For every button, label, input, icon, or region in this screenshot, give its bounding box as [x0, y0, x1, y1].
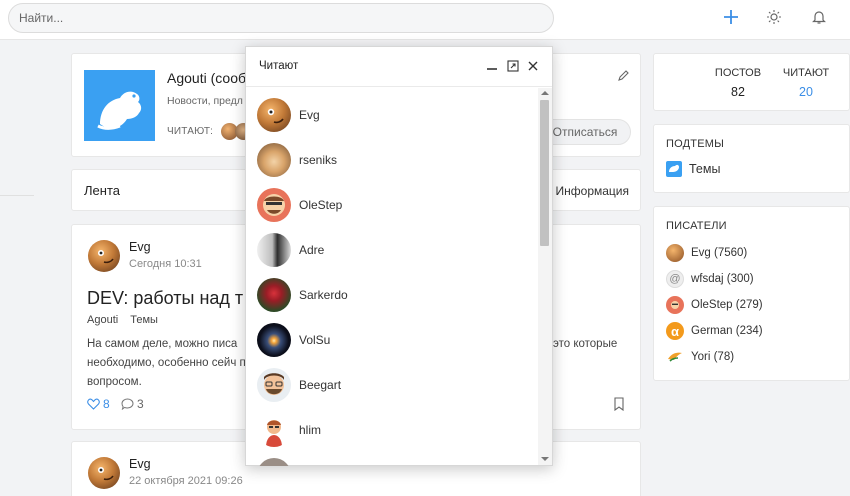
top-bar: [0, 0, 850, 40]
reader-name: Sarkerdo: [299, 288, 348, 302]
reader-avatar: [257, 233, 291, 267]
comment-icon: [121, 398, 134, 410]
close-icon[interactable]: [525, 58, 541, 74]
reader-name: OleStep: [299, 198, 343, 212]
tab-feed[interactable]: Лента: [84, 183, 120, 198]
reader-item[interactable]: hlim: [257, 412, 321, 448]
writer-avatar: [666, 296, 684, 314]
post-date: 22 октября 2021 09:26: [129, 475, 243, 487]
modal-title: Читают: [259, 60, 299, 72]
subtopic-item[interactable]: Темы: [666, 161, 720, 177]
sun-icon[interactable]: [761, 6, 787, 28]
post-excerpt-right: это которые: [553, 338, 618, 350]
writer-avatar: [666, 348, 684, 366]
blog-title: Agouti (сооб: [167, 70, 246, 86]
post-date: Сегодня 10:31: [129, 258, 202, 270]
modal-scrollbar[interactable]: [538, 88, 552, 465]
scroll-up-arrow[interactable]: [541, 91, 549, 95]
reader-avatar: [257, 413, 291, 447]
reader-name: hlim: [299, 423, 322, 437]
reader-item[interactable]: Adre: [257, 232, 324, 268]
reader-item[interactable]: Beegart: [257, 367, 341, 403]
writer-avatar: [666, 244, 684, 262]
subtopic-label: Темы: [689, 162, 721, 176]
like-count: 8: [103, 397, 110, 411]
reader-item[interactable]: [257, 457, 291, 466]
search-input[interactable]: [9, 4, 553, 32]
blog-logo: [84, 70, 155, 141]
writer-avatar: @: [666, 270, 684, 288]
writer-label: German (234): [691, 325, 763, 337]
writer-item[interactable]: OleStep (279): [666, 296, 763, 314]
scroll-down-arrow[interactable]: [541, 457, 549, 461]
comment-count: 3: [137, 397, 144, 411]
writer-item[interactable]: Yori (78): [666, 348, 734, 366]
comments-button[interactable]: 3: [121, 397, 144, 411]
reader-name: Evg: [299, 108, 320, 122]
post-tag[interactable]: Темы: [130, 314, 158, 326]
reader-item[interactable]: rseniks: [257, 142, 337, 178]
writer-label: Evg (7560): [691, 247, 748, 259]
reader-name: VolSu: [299, 333, 331, 347]
expand-icon[interactable]: [505, 58, 521, 74]
post-author[interactable]: Evg: [129, 240, 151, 254]
writer-label: OleStep (279): [691, 299, 763, 311]
author-avatar[interactable]: [88, 240, 120, 272]
readers-list: Evg rseniks OleStep Adre Sarkerdo VolSu: [246, 88, 538, 466]
readers-label: ЧИТАЮТ:: [167, 126, 214, 137]
reader-avatar: [257, 368, 291, 402]
writer-label: Yori (78): [691, 351, 735, 363]
tab-info[interactable]: Информация: [556, 184, 629, 198]
like-button[interactable]: 8: [87, 397, 110, 411]
blog-stats: ПОСТОВ 82 ЧИТАЮТ 20: [653, 53, 850, 111]
reader-name: rseniks: [299, 153, 338, 167]
subtopics-heading: ПОДТЕМЫ: [666, 138, 725, 150]
bell-icon[interactable]: [806, 6, 832, 28]
reader-name: Beegart: [299, 378, 342, 392]
reader-avatar: [257, 143, 291, 177]
writer-item[interactable]: α German (234): [666, 322, 763, 340]
post-tags: Agouti Темы: [87, 314, 167, 326]
bookmark-icon[interactable]: [613, 397, 625, 414]
pencil-icon[interactable]: [617, 70, 629, 85]
post-tag[interactable]: Agouti: [87, 314, 118, 326]
plus-icon[interactable]: [718, 6, 744, 28]
modal-header: Читают: [246, 47, 552, 87]
author-avatar[interactable]: [88, 457, 120, 489]
scrollbar-thumb[interactable]: [540, 100, 549, 246]
post-author[interactable]: Evg: [129, 457, 151, 471]
topic-icon: [666, 161, 682, 177]
writer-item[interactable]: @ wfsdaj (300): [666, 270, 754, 288]
readers-stat-label: ЧИТАЮТ: [782, 67, 830, 79]
left-divider: [0, 195, 34, 196]
reader-item[interactable]: Evg: [257, 97, 320, 133]
reader-avatar: [257, 188, 291, 222]
reader-avatar: [257, 323, 291, 357]
reader-name: Adre: [299, 243, 325, 257]
writer-avatar: α: [666, 322, 684, 340]
subtopics-card: ПОДТЕМЫ Темы: [653, 124, 850, 193]
reader-avatar: [257, 278, 291, 312]
reader-avatar: [257, 98, 291, 132]
writer-item[interactable]: Evg (7560): [666, 244, 747, 262]
search-box[interactable]: [8, 3, 554, 33]
writer-label: wfsdaj (300): [691, 273, 754, 285]
readers-count[interactable]: 20: [766, 85, 846, 99]
writers-card: ПИСАТЕЛИ Evg (7560) @ wfsdaj (300) OleSt…: [653, 206, 850, 381]
readers-modal: Читают Evg rseniks OleStep Adre Sarkerdo…: [245, 46, 553, 466]
reader-avatar: [257, 458, 291, 466]
heart-icon: [87, 398, 100, 410]
reader-item[interactable]: OleStep: [257, 187, 342, 223]
minimize-icon[interactable]: [484, 58, 500, 74]
reader-item[interactable]: VolSu: [257, 322, 330, 358]
blog-description: Новости, предл: [167, 95, 243, 107]
post-title[interactable]: DEV: работы над т: [87, 288, 243, 309]
reader-item[interactable]: Sarkerdo: [257, 277, 348, 313]
writers-heading: ПИСАТЕЛИ: [666, 220, 727, 232]
